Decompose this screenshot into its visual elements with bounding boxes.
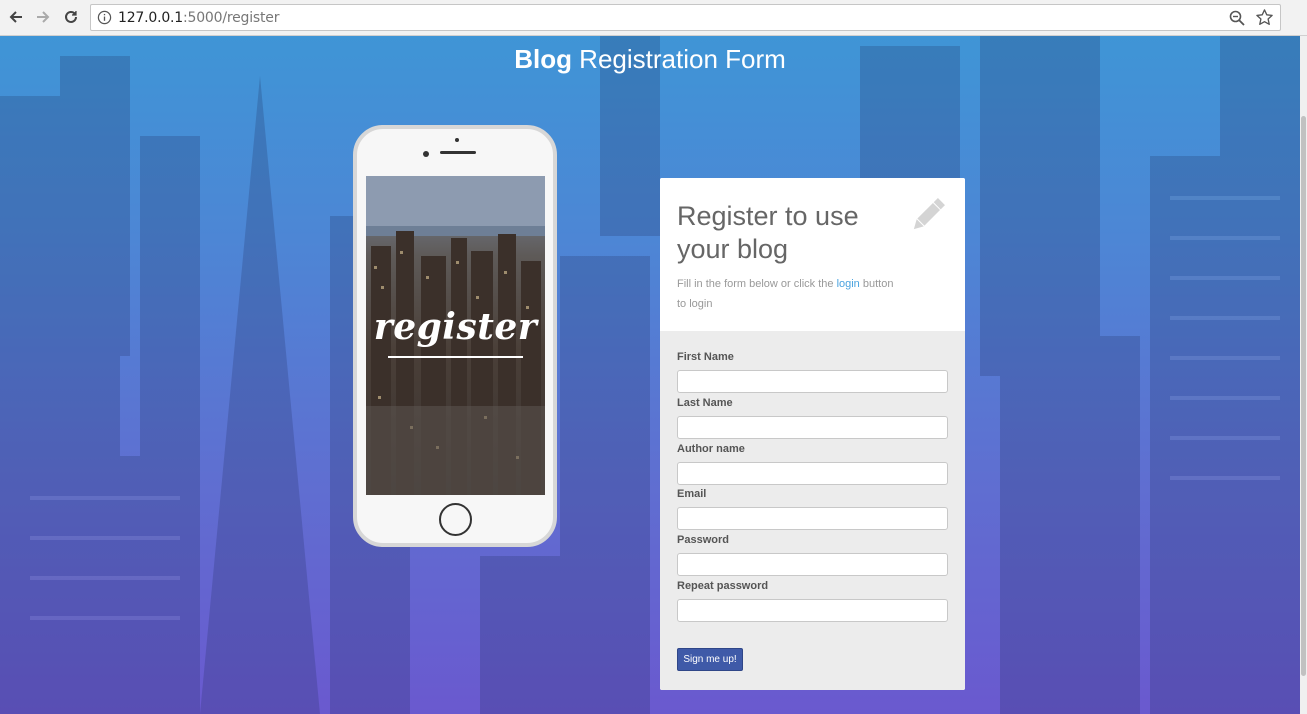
scrollbar-thumb[interactable] — [1301, 116, 1306, 676]
card-subtitle: Fill in the form below or click the logi… — [677, 274, 897, 314]
card-header: Register to use your blog Fill in the fo… — [660, 178, 965, 331]
author-name-label: Author name — [677, 443, 745, 455]
phone-camera — [423, 151, 429, 157]
screen-register-text: register — [373, 306, 538, 348]
star-icon[interactable] — [1255, 8, 1274, 27]
page-title-rest: Registration Form — [571, 44, 786, 74]
login-link[interactable]: login — [837, 278, 860, 290]
email-label: Email — [677, 488, 707, 500]
back-arrow-icon — [9, 11, 22, 23]
phone-home-button — [439, 503, 472, 536]
first-name-input[interactable] — [677, 370, 948, 393]
last-name-label: Last Name — [677, 397, 733, 409]
card-heading: Register to use your blog — [677, 201, 859, 264]
form-body: First Name Last Name Author name Email P… — [660, 331, 965, 690]
page-title: Blog Registration Form — [0, 44, 1300, 75]
password-input[interactable] — [677, 553, 948, 576]
info-icon[interactable] — [97, 10, 112, 25]
url-host: 127.0.0.1 — [118, 10, 183, 26]
page-background: Blog Registration Form register Register… — [0, 36, 1300, 714]
page-title-bold: Blog — [514, 44, 572, 74]
registration-card: Register to use your blog Fill in the fo… — [660, 178, 965, 690]
last-name-input[interactable] — [677, 416, 948, 439]
address-bar[interactable]: 127.0.0.1:5000/register — [90, 4, 1281, 31]
forward-arrow-icon — [37, 11, 50, 23]
author-name-input[interactable] — [677, 462, 948, 485]
zoom-icon[interactable] — [1228, 9, 1246, 27]
repeat-password-input[interactable] — [677, 599, 948, 622]
url-path: :5000/register — [183, 10, 280, 26]
browser-toolbar: 127.0.0.1:5000/register — [0, 0, 1307, 36]
sign-up-button[interactable]: Sign me up! — [677, 648, 743, 671]
email-input[interactable] — [677, 507, 948, 530]
reload-button[interactable] — [60, 6, 82, 28]
phone-speaker — [440, 151, 476, 154]
page-scrollbar[interactable] — [1300, 36, 1307, 714]
reload-icon — [65, 10, 77, 23]
password-label: Password — [677, 534, 729, 546]
repeat-password-label: Repeat password — [677, 580, 769, 592]
first-name-label: First Name — [677, 351, 734, 363]
subtitle-text-before: Fill in the form below or click the — [677, 278, 837, 290]
screen-underline — [388, 356, 523, 358]
city-skyline-background — [0, 36, 1300, 714]
forward-button[interactable] — [32, 6, 54, 28]
phone-sensor — [455, 138, 459, 142]
url-text[interactable]: 127.0.0.1:5000/register — [118, 10, 279, 26]
back-button[interactable] — [5, 6, 27, 28]
phone-screen: register — [366, 176, 545, 495]
pencil-icon — [913, 198, 945, 230]
phone-illustration: register — [353, 125, 557, 547]
